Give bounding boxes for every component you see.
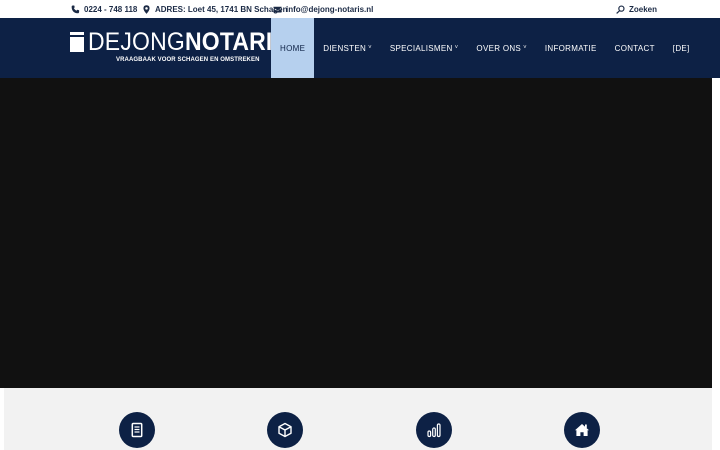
phone-text: 0224 - 748 118 <box>84 4 138 14</box>
hero-banner <box>0 78 712 388</box>
bar-chart-icon <box>427 423 441 438</box>
logo-tagline: VRAAGBAAK VOOR SCHAGEN EN OMSTREKEN <box>116 57 260 63</box>
top-bar: 0224 - 748 118 ADRES: Loet 45, 1741 BN S… <box>0 0 720 18</box>
home-icon <box>575 424 589 436</box>
phone-icon <box>71 4 80 13</box>
site-header: DEJONGNOTARIS VRAAGBAAK VOOR SCHAGEN EN … <box>0 18 720 78</box>
site-logo[interactable]: DEJONGNOTARIS VRAAGBAAK VOOR SCHAGEN EN … <box>70 28 288 70</box>
nav-item-informatie[interactable]: INFORMATIE <box>536 18 606 78</box>
map-pin-icon <box>143 4 150 14</box>
feature-home-button[interactable] <box>564 412 600 448</box>
box-icon <box>278 422 292 438</box>
document-icon <box>131 422 143 438</box>
nav-item-contact[interactable]: CONTACT <box>606 18 664 78</box>
chevron-down-icon: ˅ <box>368 45 372 51</box>
page-edge <box>712 78 720 388</box>
chevron-down-icon: ˅ <box>454 45 459 51</box>
logo-wordmark: DEJONGNOTARIS <box>88 28 289 56</box>
nav-item-language-de[interactable]: [DE] <box>664 18 699 78</box>
nav-item-specialismen[interactable]: SPECIALISMEN ˅ <box>381 18 468 78</box>
search-button[interactable]: Zoeken <box>616 0 657 18</box>
search-label: Zoeken <box>629 4 658 14</box>
email-text: info@dejong-notaris.nl <box>286 4 374 14</box>
email-contact[interactable]: info@dejong-notaris.nl <box>273 0 373 18</box>
phone-contact[interactable]: 0224 - 748 118 <box>71 0 137 18</box>
nav-item-over-ons[interactable]: OVER ONS ˅ <box>467 18 535 78</box>
envelope-icon <box>273 6 282 12</box>
nav-item-diensten[interactable]: DIENSTEN ˅ <box>314 18 381 78</box>
feature-document-button[interactable] <box>119 412 155 448</box>
features-section <box>4 388 712 450</box>
nav-item-home[interactable]: HOME <box>271 18 315 78</box>
logo-mark-icon <box>70 32 84 52</box>
feature-box-button[interactable] <box>267 412 303 448</box>
feature-chart-button[interactable] <box>416 412 452 448</box>
chevron-down-icon: ˅ <box>523 45 527 51</box>
address-contact: ADRES: Loet 45, 1741 BN Schagen <box>142 0 287 18</box>
address-text: ADRES: Loet 45, 1741 BN Schagen <box>155 4 288 14</box>
search-icon <box>616 4 625 14</box>
main-navigation: HOME DIENSTEN ˅ SPECIALISMEN ˅ OVER ONS ˅ I… <box>271 18 699 78</box>
